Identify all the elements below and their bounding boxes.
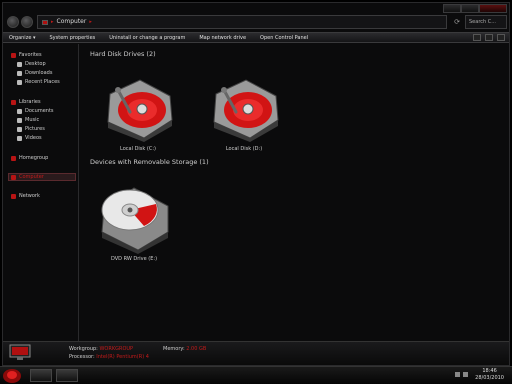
navigation-pane: Favorites Desktop Downloads Recent Place… xyxy=(3,44,79,341)
nav-label: Pictures xyxy=(25,126,45,132)
clock-time: 18:46 xyxy=(482,368,497,374)
nav-label: Documents xyxy=(25,108,54,114)
search-input[interactable]: Search C... xyxy=(465,15,507,29)
pictures-icon xyxy=(17,126,22,132)
close-button[interactable] xyxy=(479,4,507,13)
help-icon[interactable] xyxy=(497,34,505,41)
explorer-window: ▸ Computer ▸ ⟳ Search C... Organize ▾ Sy… xyxy=(2,2,510,366)
removable-storage-header: Devices with Removable Storage (1) xyxy=(90,158,209,166)
recent-places-icon xyxy=(17,79,22,85)
taskbar-button-app[interactable] xyxy=(56,369,78,382)
details-pane: Workgroup: WORKGROUP Memory: 2.00 GB Pro… xyxy=(3,341,509,365)
chevron-right-icon: ▸ xyxy=(51,19,54,25)
nav-libraries[interactable]: Libraries xyxy=(11,98,41,106)
maximize-button[interactable] xyxy=(461,4,479,13)
drive-label: Local Disk (C:) xyxy=(120,146,156,152)
open-control-panel-button[interactable]: Open Control Panel xyxy=(260,35,308,41)
dvd-drive-icon xyxy=(101,187,169,254)
homegroup-icon xyxy=(11,155,16,161)
desktop-screen: ▸ Computer ▸ ⟳ Search C... Organize ▾ Sy… xyxy=(0,0,512,384)
taskbar-button-explorer[interactable] xyxy=(30,369,52,382)
libraries-icon xyxy=(11,99,16,105)
processor-field: Processor: Intel(R) Pentium(R) 4 xyxy=(69,354,149,360)
workgroup-value: WORKGROUP xyxy=(99,346,134,352)
network-tray-icon[interactable] xyxy=(455,372,460,377)
nav-label: Computer xyxy=(19,174,44,180)
nav-label: Recent Places xyxy=(25,79,60,85)
uninstall-program-button[interactable]: Uninstall or change a program xyxy=(109,35,185,41)
dvd-rw-drive-e[interactable]: DVD RW Drive (E:) xyxy=(89,178,179,262)
back-button[interactable] xyxy=(7,16,19,28)
nav-label: Music xyxy=(25,117,40,123)
address-path: Computer xyxy=(56,18,87,25)
hard-disk-drives-header: Hard Disk Drives (2) xyxy=(90,50,156,58)
forward-button[interactable] xyxy=(21,16,33,28)
view-controls xyxy=(473,34,505,41)
chevron-right-icon: ▸ xyxy=(89,19,92,25)
organize-button[interactable]: Organize ▾ xyxy=(9,35,36,41)
nav-label: Libraries xyxy=(19,99,41,105)
refresh-icon[interactable]: ⟳ xyxy=(451,16,463,28)
address-bar[interactable]: ▸ Computer ▸ xyxy=(37,15,447,29)
network-icon xyxy=(11,193,16,199)
workgroup-field: Workgroup: WORKGROUP xyxy=(69,346,133,352)
star-icon xyxy=(11,52,16,58)
videos-icon xyxy=(17,135,22,141)
taskbar: 18:46 28/03/2010 xyxy=(0,366,512,384)
nav-label: Downloads xyxy=(25,70,53,76)
clock-date: 28/03/2010 xyxy=(475,375,504,381)
address-row: ▸ Computer ▸ ⟳ Search C... xyxy=(7,15,507,29)
local-disk-d[interactable]: Local Disk (D:) xyxy=(199,74,289,152)
command-bar: Organize ▾ System properties Uninstall o… xyxy=(3,32,509,43)
start-button[interactable] xyxy=(2,368,22,384)
memory-value: 2.00 GB xyxy=(186,346,207,352)
nav-pictures[interactable]: Pictures xyxy=(17,125,45,133)
nav-computer[interactable]: Computer xyxy=(11,173,44,181)
nav-documents[interactable]: Documents xyxy=(17,107,54,115)
preview-pane-icon[interactable] xyxy=(485,34,493,41)
hard-drive-icon xyxy=(107,79,173,142)
hard-drive-icon xyxy=(213,79,279,142)
volume-tray-icon[interactable] xyxy=(463,372,468,377)
nav-recent-places[interactable]: Recent Places xyxy=(17,78,60,86)
nav-network[interactable]: Network xyxy=(11,192,40,200)
computer-icon xyxy=(42,19,48,25)
drive-label: DVD RW Drive (E:) xyxy=(110,256,158,262)
window-controls xyxy=(443,4,507,13)
processor-value: Intel(R) Pentium(R) 4 xyxy=(96,354,149,360)
nav-label: Desktop xyxy=(25,61,46,67)
nav-desktop[interactable]: Desktop xyxy=(17,60,46,68)
computer-icon xyxy=(9,344,31,360)
drive-label: Local Disk (D:) xyxy=(225,146,263,152)
nav-homegroup[interactable]: Homegroup xyxy=(11,154,48,162)
system-properties-button[interactable]: System properties xyxy=(50,35,96,41)
workgroup-label: Workgroup: xyxy=(69,346,98,352)
nav-videos[interactable]: Videos xyxy=(17,134,42,142)
memory-label: Memory: xyxy=(163,346,185,352)
view-options-icon[interactable] xyxy=(473,34,481,41)
nav-label: Network xyxy=(19,193,40,199)
nav-label: Videos xyxy=(25,135,42,141)
system-tray xyxy=(455,372,468,377)
documents-icon xyxy=(17,108,22,114)
local-disk-c[interactable]: Local Disk (C:) xyxy=(93,74,183,152)
downloads-icon xyxy=(17,70,22,76)
nav-music[interactable]: Music xyxy=(17,116,39,124)
nav-label: Homegroup xyxy=(19,155,49,161)
content-area: Hard Disk Drives (2) Local Disk (C:) Loc… xyxy=(83,44,507,341)
minimize-button[interactable] xyxy=(443,4,461,13)
memory-field: Memory: 2.00 GB xyxy=(163,346,206,352)
computer-icon xyxy=(11,174,16,180)
map-network-drive-button[interactable]: Map network drive xyxy=(199,35,246,41)
desktop-icon xyxy=(17,61,22,67)
nav-favorites[interactable]: Favorites xyxy=(11,51,42,59)
music-icon xyxy=(17,117,22,123)
processor-label: Processor: xyxy=(69,354,95,360)
nav-label: Favorites xyxy=(19,52,42,58)
clock[interactable]: 18:46 28/03/2010 xyxy=(475,368,504,382)
nav-downloads[interactable]: Downloads xyxy=(17,69,52,77)
